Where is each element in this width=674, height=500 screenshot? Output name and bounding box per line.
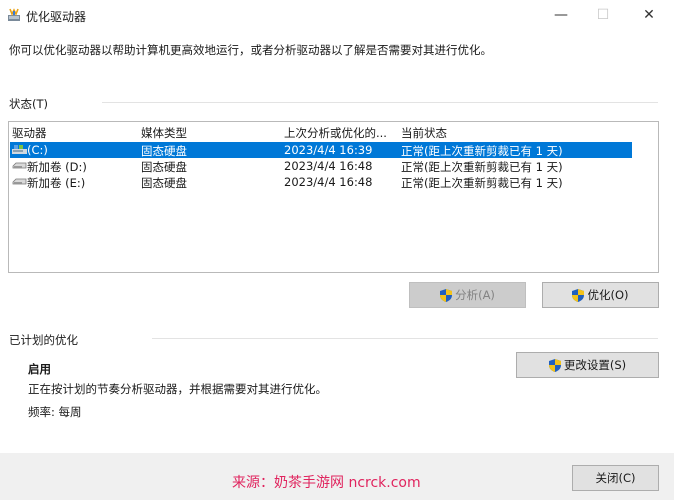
- drive-name: 新加卷 (E:): [27, 176, 86, 190]
- column-drive[interactable]: 驱动器: [12, 125, 47, 141]
- schedule-state: 启用: [28, 362, 51, 376]
- column-last-run[interactable]: 上次分析或优化的...: [284, 125, 387, 141]
- optimize-button-label: 优化(O): [587, 288, 629, 302]
- media-type: 固态硬盘: [141, 144, 187, 158]
- uac-shield-icon: [572, 288, 585, 302]
- last-run-time: 2023/4/4 16:48: [284, 159, 373, 173]
- system-drive-icon: [12, 145, 27, 154]
- drive-row-e[interactable]: 新加卷 (E:) 固态硬盘 2023/4/4 16:48 正常(距上次重新剪裁已…: [10, 174, 632, 190]
- drive-icon: [12, 178, 27, 185]
- status-divider: [102, 102, 658, 103]
- drive-row-c[interactable]: (C:) 固态硬盘 2023/4/4 16:39 正常(距上次重新剪裁已有 1 …: [10, 142, 632, 158]
- scheduled-divider: [152, 338, 658, 339]
- maximize-button[interactable]: ☐: [580, 0, 626, 30]
- scheduled-section-label: 已计划的优化: [9, 333, 78, 347]
- change-settings-button[interactable]: 更改设置(S): [516, 352, 659, 378]
- description-text: 你可以优化驱动器以帮助计算机更高效地运行，或者分析驱动器以了解是否需要对其进行优…: [9, 43, 492, 57]
- column-media-type[interactable]: 媒体类型: [141, 125, 187, 141]
- window-title: 优化驱动器: [26, 10, 87, 24]
- analyze-button-label: 分析(A): [455, 288, 495, 302]
- media-type: 固态硬盘: [141, 160, 187, 174]
- close-button-label: 关闭(C): [595, 471, 636, 485]
- defrag-app-icon: [8, 8, 20, 21]
- drive-state: 正常(距上次重新剪裁已有 1 天): [401, 160, 563, 174]
- last-run-time: 2023/4/4 16:48: [284, 175, 373, 189]
- close-window-button[interactable]: ✕: [626, 0, 672, 30]
- watermark-text: 来源：奶茶手游网 ncrck.com: [232, 475, 421, 491]
- status-section-label: 状态(T): [9, 97, 48, 111]
- drive-state: 正常(距上次重新剪裁已有 1 天): [401, 176, 563, 190]
- drive-state: 正常(距上次重新剪裁已有 1 天): [401, 144, 563, 158]
- media-type: 固态硬盘: [141, 176, 187, 190]
- drive-list-header: 驱动器 媒体类型 上次分析或优化的... 当前状态: [9, 122, 658, 142]
- drive-name: 新加卷 (D:): [27, 160, 87, 174]
- schedule-frequency: 频率: 每周: [28, 405, 82, 419]
- minimize-button[interactable]: —: [538, 0, 584, 30]
- drive-row-d[interactable]: 新加卷 (D:) 固态硬盘 2023/4/4 16:48 正常(距上次重新剪裁已…: [10, 158, 632, 174]
- schedule-description: 正在按计划的节奏分析驱动器，并根据需要对其进行优化。: [28, 382, 327, 396]
- optimize-button[interactable]: 优化(O): [542, 282, 659, 308]
- drive-name: (C:): [27, 143, 48, 157]
- drive-icon: [12, 162, 27, 169]
- last-run-time: 2023/4/4 16:39: [284, 143, 373, 157]
- analyze-button[interactable]: 分析(A): [409, 282, 526, 308]
- drive-list[interactable]: 驱动器 媒体类型 上次分析或优化的... 当前状态 (C:) 固态硬盘 2023…: [8, 121, 659, 273]
- change-settings-button-label: 更改设置(S): [563, 358, 627, 372]
- title-bar[interactable]: 优化驱动器 — ☐ ✕: [0, 0, 674, 30]
- column-current-status[interactable]: 当前状态: [401, 125, 447, 141]
- uac-shield-icon: [440, 288, 453, 302]
- uac-shield-icon: [548, 358, 561, 372]
- close-button[interactable]: 关闭(C): [572, 465, 659, 491]
